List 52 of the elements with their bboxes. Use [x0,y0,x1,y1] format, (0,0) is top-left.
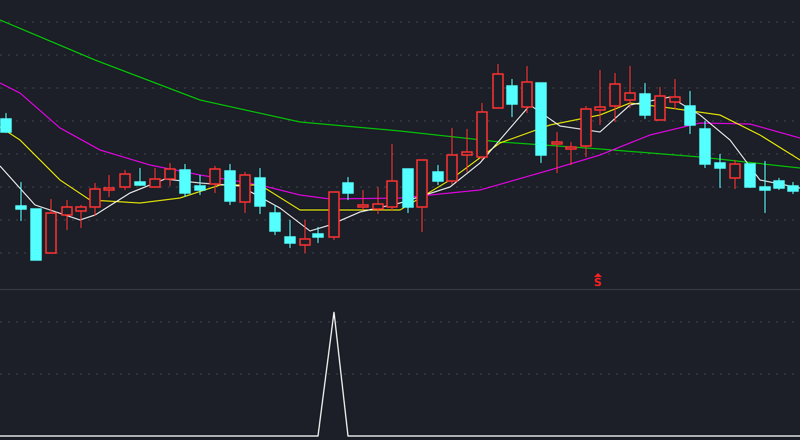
candlestick [103,174,115,198]
candlestick [269,204,281,236]
candlestick [551,132,563,174]
candlestick [759,160,771,214]
candlestick [254,168,266,214]
candlestick [342,176,354,200]
candlestick [609,72,621,122]
candlestick [594,70,606,126]
candlestick [580,106,592,158]
candlestick [30,208,42,261]
candlestick [624,66,636,108]
candlestick [209,166,221,194]
candlestick [714,154,726,188]
candlestick [639,82,651,120]
candlestick [402,168,414,214]
candlestick [506,78,518,118]
candlestick [89,182,101,216]
triangle-icon [594,273,602,277]
candlestick [164,162,176,186]
candlestick [773,178,785,190]
candlestick [446,128,458,186]
candlestick [565,142,577,166]
candlestick [194,174,206,196]
candlestick [149,168,161,188]
candlestick [492,64,504,109]
candlestick [386,144,398,212]
candlestick [372,186,384,214]
candlestick [0,112,12,134]
candlestick [476,102,488,160]
candlestick [134,168,146,186]
candlestick [744,163,756,188]
candlestick [357,190,369,210]
candlestick [61,200,73,230]
candlestick [75,204,87,228]
candlestick [787,182,799,194]
candlestick [669,78,681,110]
candlestick [239,172,251,214]
candlestick [119,170,131,190]
candlestick [461,128,473,172]
candlestick [432,164,444,186]
candlestick [15,182,27,222]
candlestick [684,90,696,134]
candlestick [521,66,533,114]
candlestick [284,220,296,248]
candlestick [45,198,57,254]
candlestick [729,160,741,190]
candlestick [328,191,340,240]
candlestick [699,120,711,168]
signal-marker: S [594,277,602,288]
candlestick [654,86,666,121]
candlestick [224,164,236,206]
candlestick [179,164,191,198]
